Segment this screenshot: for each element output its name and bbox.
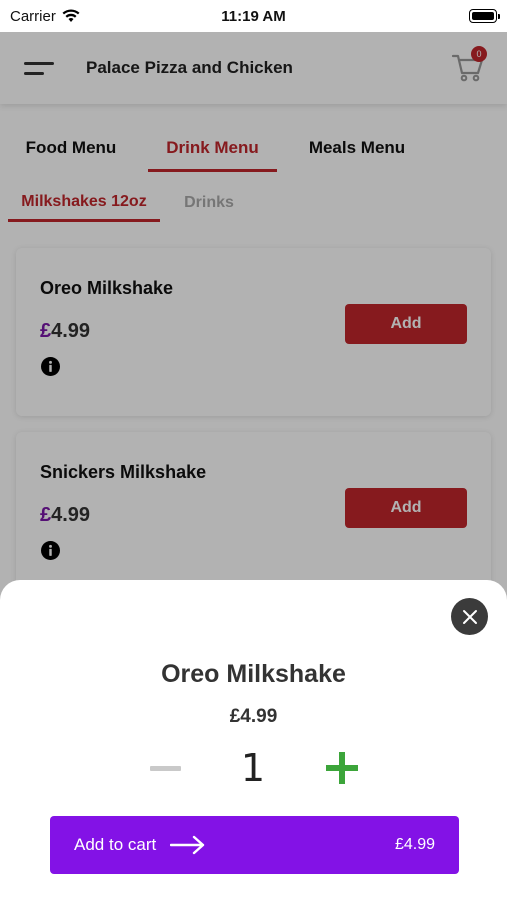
close-icon bbox=[462, 609, 477, 624]
status-left: Carrier bbox=[10, 8, 80, 25]
add-to-cart-button[interactable]: Add to cart £4.99 bbox=[50, 816, 459, 874]
quantity-value: 1 bbox=[240, 746, 266, 790]
sheet-item-price: £4.99 bbox=[229, 706, 278, 727]
quantity-stepper: 1 bbox=[0, 746, 507, 790]
cart-total: £4.99 bbox=[394, 836, 435, 853]
carrier-label: Carrier bbox=[10, 7, 56, 25]
status-bar: Carrier 11:19 AM bbox=[0, 0, 507, 32]
arrow-right-icon bbox=[170, 835, 205, 855]
close-button[interactable] bbox=[451, 598, 488, 635]
increase-quantity-button[interactable] bbox=[326, 752, 358, 784]
wifi-icon bbox=[62, 9, 80, 22]
battery-icon bbox=[469, 9, 500, 23]
add-item-sheet: Oreo Milkshake £4.99 1 Add to cart £4.99 bbox=[0, 580, 507, 900]
add-to-cart-label: Add to cart bbox=[74, 835, 157, 854]
decrease-quantity-button[interactable] bbox=[150, 766, 181, 771]
sheet-item-name: Oreo Milkshake bbox=[161, 660, 346, 688]
